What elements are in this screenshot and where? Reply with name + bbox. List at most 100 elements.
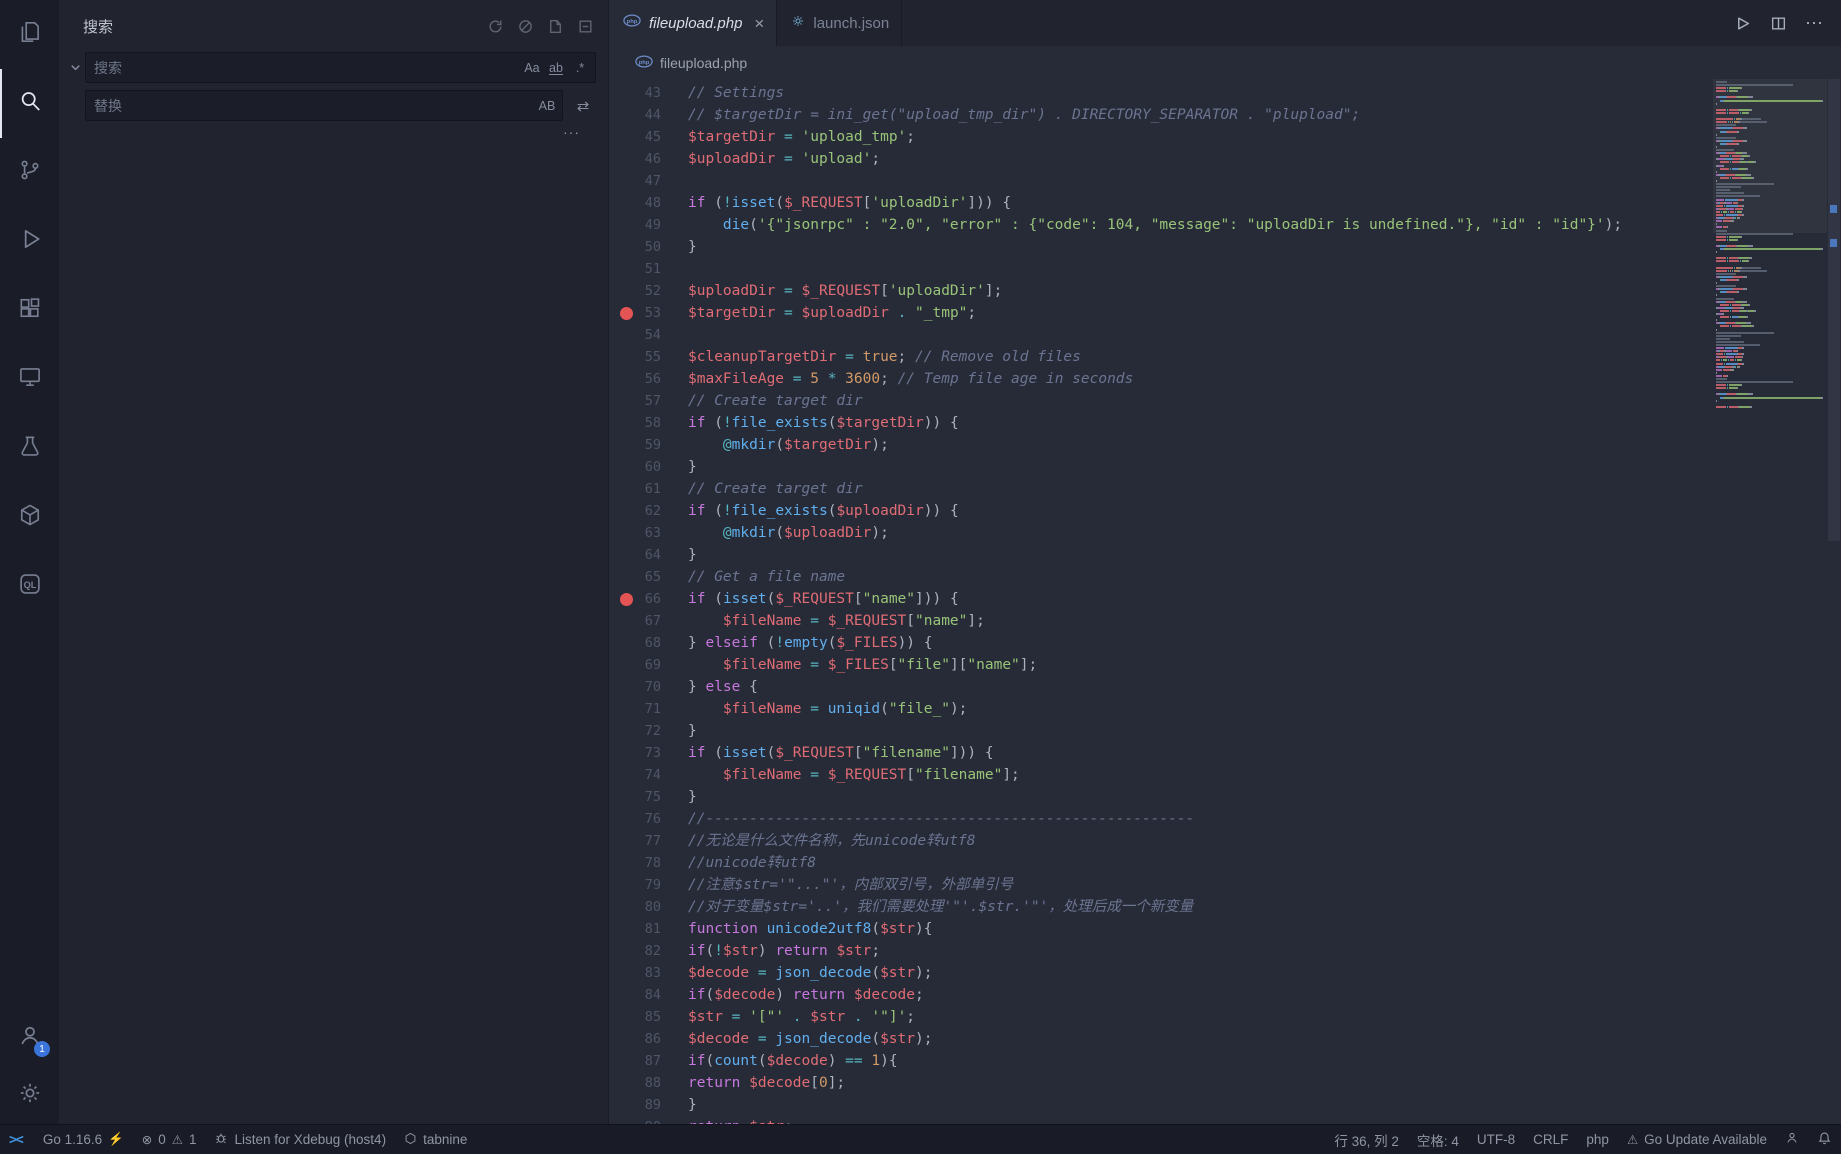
breadcrumb[interactable]: php fileupload.php [609,46,1841,79]
code-line-text[interactable]: //无论是什么文件名称，先unicode转utf8 [688,830,976,852]
line-number-gutter[interactable]: 65 [609,566,688,588]
toggle-replace-chevron[interactable] [65,52,85,140]
code-area[interactable]: 43// Settings44// $targetDir = ini_get("… [609,79,1841,1124]
line-number-gutter[interactable]: 86 [609,1028,688,1050]
line-number-gutter[interactable]: 63 [609,522,688,544]
line-number-gutter[interactable]: 67 [609,610,688,632]
code-line-text[interactable]: $maxFileAge = 5 * 3600; // Temp file age… [688,368,1133,390]
code-line[interactable]: 64} [609,544,1841,566]
code-line-text[interactable]: function unicode2utf8($str){ [688,918,932,940]
line-number-gutter[interactable]: 45 [609,126,688,148]
code-line-text[interactable]: $uploadDir = 'upload'; [688,148,880,170]
code-line[interactable]: 73if (isset($_REQUEST["filename"])) { [609,742,1841,764]
tabnine-item[interactable]: tabnine [395,1125,476,1154]
code-line[interactable]: 66if (isset($_REQUEST["name"])) { [609,588,1841,610]
code-line[interactable]: 54 [609,324,1841,346]
go-version-item[interactable]: Go 1.16.6 ⚡ [34,1125,133,1154]
code-line-text[interactable]: if($decode) return $decode; [688,984,924,1006]
line-number-gutter[interactable]: 76 [609,808,688,830]
line-number-gutter[interactable]: 72 [609,720,688,742]
encoding[interactable]: UTF-8 [1468,1125,1524,1154]
scrollbar-slider[interactable] [1828,79,1840,541]
clear-search-results-icon[interactable] [514,15,536,37]
line-number-gutter[interactable]: 44 [609,104,688,126]
code-line[interactable]: 85$str = '["' . $str . '"]'; [609,1006,1841,1028]
code-line-text[interactable]: $fileName = $_FILES["file"]["name"]; [688,654,1037,676]
collapse-all-icon[interactable] [574,15,596,37]
code-line-text[interactable]: return $decode[0]; [688,1072,845,1094]
line-number-gutter[interactable]: 81 [609,918,688,940]
match-case-toggle[interactable]: Aa [521,57,543,79]
close-tab-icon[interactable]: × [754,15,764,32]
line-number-gutter[interactable]: 73 [609,742,688,764]
code-line-text[interactable]: $str = '["' . $str . '"]'; [688,1006,915,1028]
code-line-text[interactable]: //注意$str='"..."'，内部双引号，外部单引号 [688,874,1013,896]
sidebar-item-package-explorer[interactable] [0,483,59,552]
line-number-gutter[interactable]: 79 [609,874,688,896]
code-line-text[interactable]: $fileName = uniqid("file_"); [688,698,967,720]
sidebar-item-remote-explorer[interactable] [0,345,59,414]
code-line[interactable]: 47 [609,170,1841,192]
line-number-gutter[interactable]: 50 [609,236,688,258]
code-line[interactable]: 81function unicode2utf8($str){ [609,918,1841,940]
line-number-gutter[interactable]: 52 [609,280,688,302]
code-line-text[interactable]: //对于变量$str='..'，我们需要处理'"'.$str.'"'，处理后成一… [688,896,1193,918]
code-line[interactable]: 55$cleanupTargetDir = true; // Remove ol… [609,346,1841,368]
line-number-gutter[interactable]: 74 [609,764,688,786]
line-number-gutter[interactable]: 70 [609,676,688,698]
code-line-text[interactable]: @mkdir($targetDir); [688,434,889,456]
line-number-gutter[interactable]: 75 [609,786,688,808]
code-line-text[interactable]: // Get a file name [688,566,845,588]
code-line[interactable]: 86$decode = json_decode($str); [609,1028,1841,1050]
code-line[interactable]: 53$targetDir = $uploadDir . "_tmp"; [609,302,1841,324]
line-number-gutter[interactable]: 49 [609,214,688,236]
minimap[interactable] [1713,81,1827,409]
code-line[interactable]: 48if (!isset($_REQUEST['uploadDir'])) { [609,192,1841,214]
code-line[interactable]: 46$uploadDir = 'upload'; [609,148,1841,170]
sidebar-item-testing[interactable] [0,414,59,483]
code-line-text[interactable]: } [688,720,697,742]
tab-launch-json[interactable]: launch.json [777,0,902,46]
code-line-text[interactable]: } else { [688,676,758,698]
search-input[interactable] [94,60,521,76]
code-line-text[interactable]: if (!file_exists($uploadDir)) { [688,500,959,522]
go-update-item[interactable]: ⚠ Go Update Available [1618,1125,1776,1154]
code-line-text[interactable]: if (!file_exists($targetDir)) { [688,412,959,434]
line-number-gutter[interactable]: 89 [609,1094,688,1116]
code-line[interactable]: 56$maxFileAge = 5 * 3600; // Temp file a… [609,368,1841,390]
code-line-text[interactable]: //--------------------------------------… [688,808,1194,830]
code-line[interactable]: 50} [609,236,1841,258]
line-number-gutter[interactable]: 90 [609,1116,688,1124]
code-line[interactable]: 59 @mkdir($targetDir); [609,434,1841,456]
line-number-gutter[interactable]: 82 [609,940,688,962]
line-number-gutter[interactable]: 58 [609,412,688,434]
line-number-gutter[interactable]: 57 [609,390,688,412]
remote-indicator[interactable]: >< [0,1125,34,1154]
xdebug-listener-item[interactable]: Listen for Xdebug (host4) [205,1125,395,1154]
code-line-text[interactable]: $decode = json_decode($str); [688,1028,932,1050]
code-line-text[interactable]: } [688,786,697,808]
accounts-button[interactable]: 1 [0,1008,59,1066]
code-line[interactable]: 49 die('{"jsonrpc" : "2.0", "error" : {"… [609,214,1841,236]
code-line[interactable]: 69 $fileName = $_FILES["file"]["name"]; [609,654,1841,676]
code-line-text[interactable]: // Create target dir [688,478,863,500]
preserve-case-toggle[interactable]: AB [536,95,558,117]
code-line[interactable]: 61// Create target dir [609,478,1841,500]
code-line-text[interactable]: $fileName = $_REQUEST["name"]; [688,610,985,632]
code-line[interactable]: 45$targetDir = 'upload_tmp'; [609,126,1841,148]
code-line[interactable]: 65// Get a file name [609,566,1841,588]
code-line[interactable]: 60} [609,456,1841,478]
code-line[interactable]: 78//unicode转utf8 [609,852,1841,874]
line-number-gutter[interactable]: 80 [609,896,688,918]
code-line[interactable]: 63 @mkdir($uploadDir); [609,522,1841,544]
line-number-gutter[interactable]: 46 [609,148,688,170]
code-line[interactable]: 82if(!$str) return $str; [609,940,1841,962]
code-line-text[interactable]: if (!isset($_REQUEST['uploadDir'])) { [688,192,1011,214]
open-new-search-editor-icon[interactable] [544,15,566,37]
code-line[interactable]: 77//无论是什么文件名称，先unicode转utf8 [609,830,1841,852]
problems-item[interactable]: ⊗ 0 ⚠ 1 [133,1125,206,1154]
code-line[interactable]: 80//对于变量$str='..'，我们需要处理'"'.$str.'"'，处理后… [609,896,1841,918]
line-number-gutter[interactable]: 77 [609,830,688,852]
code-line-text[interactable]: if(count($decode) == 1){ [688,1050,898,1072]
code-line[interactable]: 51 [609,258,1841,280]
